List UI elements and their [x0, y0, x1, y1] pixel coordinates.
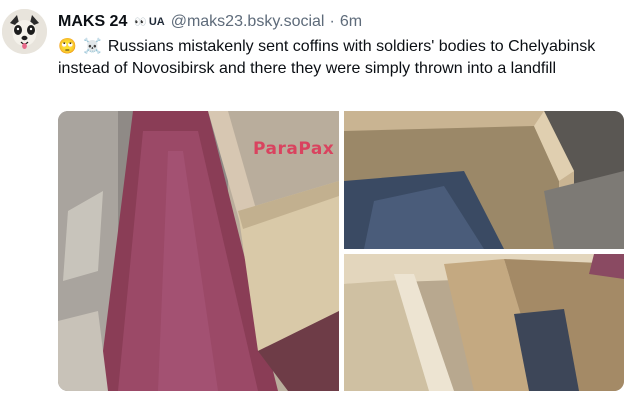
media-grid: ParaPax [58, 111, 624, 391]
dog-avatar-icon [2, 9, 47, 54]
post-timestamp[interactable]: 6m [340, 13, 362, 31]
post-body-text: Russians mistakenly sent coffins with so… [58, 38, 596, 77]
author-handle[interactable]: @maks23.bsky.social [171, 13, 325, 31]
coffin-photo-3 [344, 254, 624, 391]
watermark-label: ParaPax [253, 139, 335, 159]
emoji-group: 🙄 ☠️ [58, 36, 104, 58]
skull-crossbones-emoji-icon: ☠️ [83, 38, 102, 55]
post-card[interactable]: MAKS 24 👀 UA @maks23.bsky.social · 6m 🙄 … [0, 0, 627, 401]
coffin-photo-2 [344, 111, 624, 249]
country-badge: UA [148, 16, 165, 28]
media-image-3[interactable] [344, 254, 624, 391]
media-image-1[interactable]: ParaPax [58, 111, 339, 391]
eye-roll-emoji-icon: 🙄 [58, 38, 77, 55]
eyes-icon: 👀 [134, 16, 146, 28]
post-text: 🙄 ☠️ Russians mistakenly sent coffins wi… [58, 36, 618, 80]
separator-dot: · [329, 13, 335, 30]
author-avatar[interactable] [2, 9, 47, 54]
author-display-name[interactable]: MAKS 24 [58, 13, 127, 31]
post-header: MAKS 24 👀 UA @maks23.bsky.social · 6m [58, 11, 362, 33]
media-image-2[interactable] [344, 111, 624, 249]
